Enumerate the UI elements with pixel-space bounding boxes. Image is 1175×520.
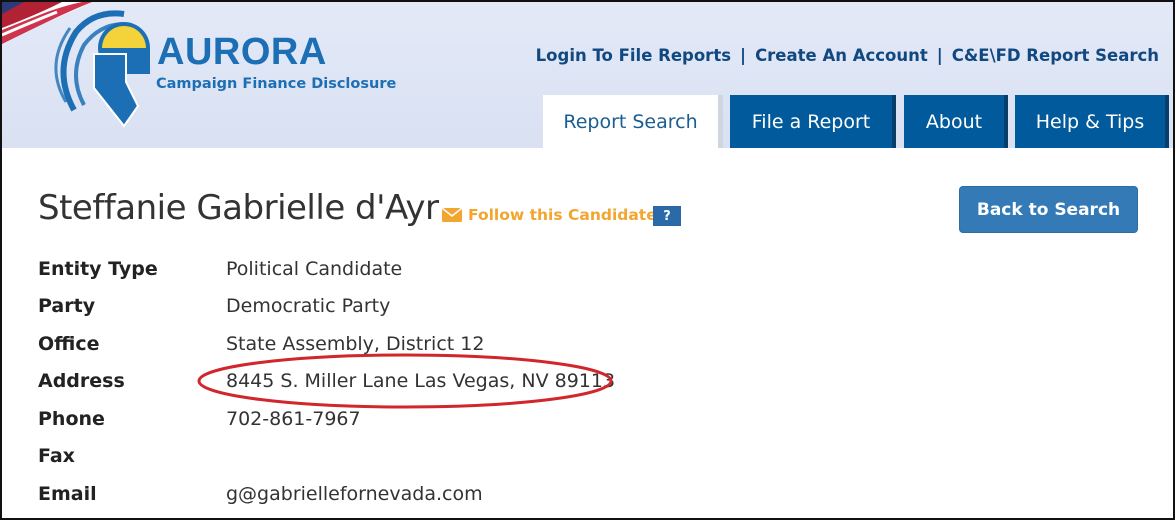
detail-label: Party [38,295,96,317]
detail-label: Fax [38,445,75,467]
tab-report-search[interactable]: Report Search [543,95,723,148]
follow-candidate-link[interactable]: Follow this Candidate [442,206,657,224]
detail-label: Entity Type [38,258,158,280]
link-separator: | [740,46,747,65]
report-search-link[interactable]: C&E\FD Report Search [952,46,1159,65]
candidate-name: Steffanie Gabrielle d'Ayr [38,188,439,228]
tab-help-tips[interactable]: Help & Tips [1015,95,1169,148]
brand-name: AURORA [157,31,327,73]
detail-value: g@gabriellefornevada.com [226,483,483,505]
detail-label: Phone [38,408,105,430]
envelope-icon [442,208,462,222]
detail-label: Office [38,333,100,355]
back-to-search-button[interactable]: Back to Search [959,186,1138,233]
detail-label: Email [38,483,97,505]
detail-value: 702-861-7967 [226,408,361,430]
login-link[interactable]: Login To File Reports [536,46,731,65]
follow-label: Follow this Candidate [468,206,657,224]
address-highlight-circle [197,353,613,409]
create-account-link[interactable]: Create An Account [755,46,928,65]
detail-label: Address [38,370,125,392]
brand-tagline: Campaign Finance Disclosure [156,76,397,92]
link-separator: | [936,46,943,65]
tab-file-a-report[interactable]: File a Report [730,95,896,148]
detail-value: Democratic Party [226,295,391,317]
top-links: Login To File Reports | Create An Account |… [536,46,1159,65]
page-frame: AURORA Campaign Finance Disclosure Login… [0,0,1175,520]
site-header: AURORA Campaign Finance Disclosure Login… [2,2,1173,148]
aurora-logo-icon [54,10,150,128]
tab-about[interactable]: About [904,95,1008,148]
help-icon[interactable]: ? [653,206,681,226]
detail-value: Political Candidate [226,258,403,280]
